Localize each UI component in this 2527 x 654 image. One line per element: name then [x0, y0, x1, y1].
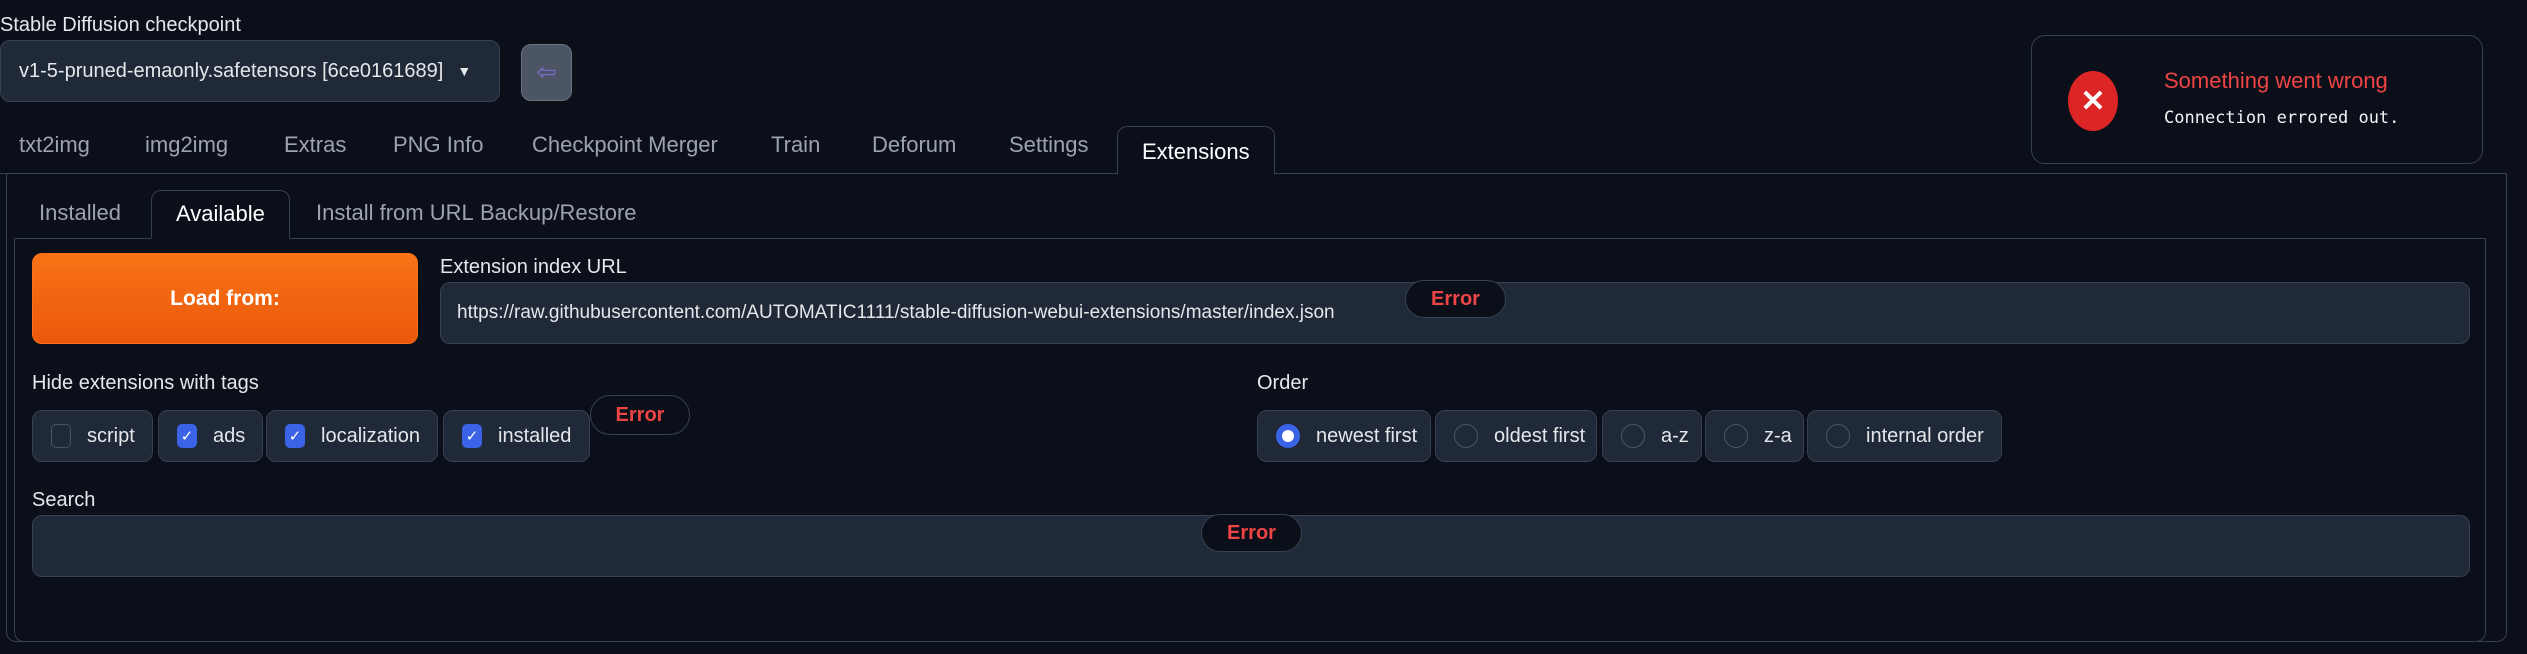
error-toast: ✕ Something went wrong Connection errore… [2031, 35, 2483, 164]
order-label: Order [1257, 372, 1309, 394]
radio-icon[interactable] [1276, 424, 1300, 448]
radio-label: a-z [1661, 424, 1689, 447]
tab-train[interactable]: Train [771, 132, 820, 158]
order-radio-a-z[interactable]: a-z [1602, 410, 1702, 462]
toast-message: Connection errored out. [2164, 108, 2400, 128]
tag-checkbox-script[interactable]: script [32, 410, 153, 462]
checkmark-icon[interactable]: ✓ [285, 424, 305, 448]
tag-checkbox-localization[interactable]: ✓ localization [266, 410, 438, 462]
tag-checkbox-ads[interactable]: ✓ ads [158, 410, 263, 462]
tag-checkbox-installed[interactable]: ✓ installed [443, 410, 590, 462]
radio-icon[interactable] [1724, 424, 1748, 448]
checkmark-icon[interactable]: ✓ [462, 424, 482, 448]
radio-icon[interactable] [1454, 424, 1478, 448]
search-label: Search [32, 489, 96, 511]
tab-checkpoint-merger[interactable]: Checkpoint Merger [532, 132, 718, 158]
tab-extras[interactable]: Extras [284, 132, 346, 158]
hide-tags-label: Hide extensions with tags [32, 372, 259, 394]
checkpoint-dropdown[interactable]: v1-5-pruned-emaonly.safetensors [6ce0161… [0, 40, 500, 102]
subtab-available[interactable]: Available [151, 190, 290, 239]
tab-img2img[interactable]: img2img [145, 132, 228, 158]
tag-label: ads [213, 424, 246, 447]
tab-txt2img[interactable]: txt2img [19, 132, 90, 158]
tab-deforum[interactable]: Deforum [872, 132, 956, 158]
refresh-checkpoint-button[interactable]: ⇦ [521, 44, 572, 101]
tag-label: script [87, 424, 135, 447]
checkbox-icon[interactable] [51, 424, 71, 448]
tags-error-badge: Error [590, 395, 690, 435]
load-from-button[interactable]: Load from: [32, 253, 418, 344]
toast-title: Something went wrong [2164, 68, 2388, 93]
tab-extensions[interactable]: Extensions [1117, 126, 1275, 175]
order-radio-oldest-first[interactable]: oldest first [1435, 410, 1597, 462]
checkpoint-value: v1-5-pruned-emaonly.safetensors [6ce0161… [19, 59, 444, 82]
url-error-badge: Error [1405, 280, 1506, 318]
checkmark-icon[interactable]: ✓ [177, 424, 197, 448]
subtab-installed[interactable]: Installed [39, 200, 121, 226]
radio-label: z-a [1764, 424, 1792, 447]
chevron-down-icon: ▼ [457, 63, 472, 79]
radio-label: internal order [1866, 424, 1984, 447]
radio-icon[interactable] [1826, 424, 1850, 448]
order-radio-z-a[interactable]: z-a [1705, 410, 1804, 462]
index-url-label: Extension index URL [440, 256, 627, 278]
subtab-install-from-url[interactable]: Install from URL [316, 200, 474, 226]
search-error-badge: Error [1201, 514, 1302, 552]
error-icon[interactable]: ✕ [2068, 71, 2118, 131]
subtab-backup-restore[interactable]: Backup/Restore [480, 200, 637, 226]
order-radio-internal-order[interactable]: internal order [1807, 410, 2002, 462]
back-arrow-icon: ⇦ [536, 59, 557, 86]
tab-png-info[interactable]: PNG Info [393, 132, 483, 158]
tag-label: localization [321, 424, 420, 447]
tag-label: installed [498, 424, 572, 447]
tab-settings[interactable]: Settings [1009, 132, 1089, 158]
radio-icon[interactable] [1621, 424, 1645, 448]
order-radio-newest-first[interactable]: newest first [1257, 410, 1431, 462]
radio-label: newest first [1316, 424, 1418, 447]
radio-label: oldest first [1494, 424, 1586, 447]
checkpoint-label: Stable Diffusion checkpoint [0, 14, 241, 36]
